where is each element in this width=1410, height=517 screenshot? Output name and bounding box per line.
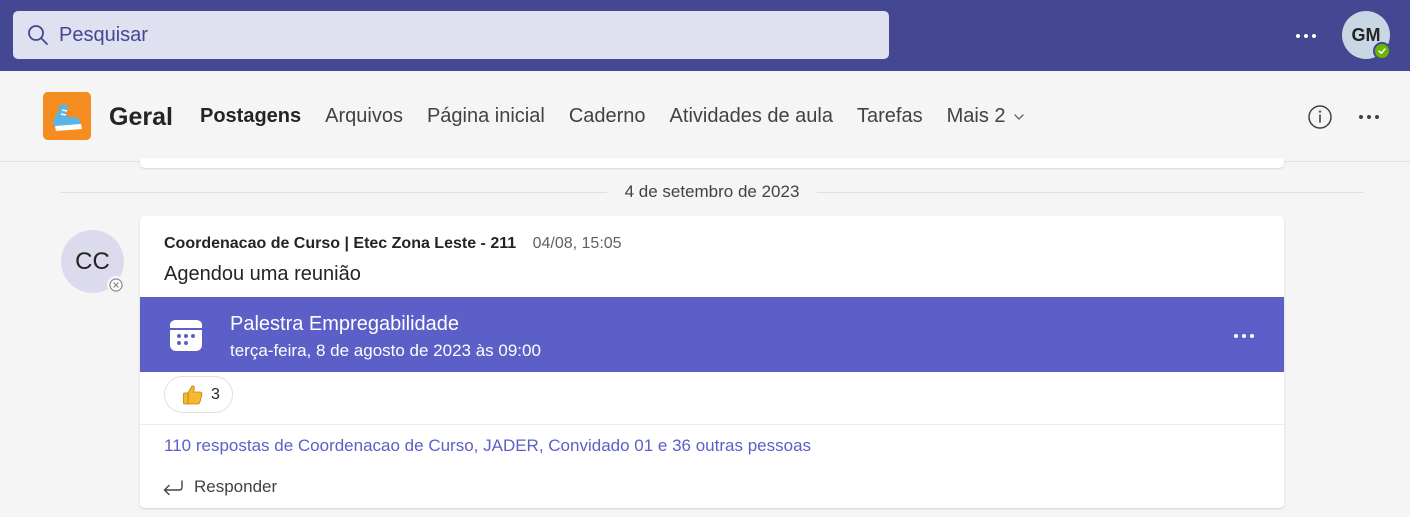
tab-label: Caderno [568, 105, 646, 127]
tab-pagina-inicial[interactable]: Página inicial [427, 71, 545, 162]
channel-more-options-button[interactable] [1356, 104, 1382, 130]
divider-line [60, 191, 607, 193]
search-box[interactable] [13, 11, 889, 59]
post-timestamp: 04/08, 15:05 [532, 235, 622, 252]
tab-label: Postagens [200, 105, 302, 127]
meeting-card[interactable]: Palestra Empregabilidade terça-feira, 8 … [140, 297, 1284, 372]
tab-label: Atividades de aula [669, 105, 833, 127]
top-bar: GM [0, 0, 1410, 71]
more-icon [1296, 34, 1316, 38]
reaction-like-button[interactable]: 3 [164, 376, 233, 413]
replies-summary-link[interactable]: 110 respostas de Coordenacao de Curso, J… [164, 436, 811, 456]
date-divider: 4 de setembro de 2023 [60, 180, 1365, 204]
search-input[interactable] [59, 23, 839, 47]
tab-label: Tarefas [857, 105, 923, 127]
divider-line [817, 191, 1365, 193]
tab-tarefas[interactable]: Tarefas [857, 71, 923, 162]
channel-info-button[interactable] [1307, 104, 1333, 130]
more-icon [1234, 334, 1254, 338]
reaction-count: 3 [211, 385, 220, 403]
meeting-title: Palestra Empregabilidade [230, 313, 460, 335]
tab-postagens[interactable]: Postagens [200, 71, 302, 162]
chevron-down-icon [1012, 110, 1026, 124]
channel-tabs: Postagens Arquivos Página inicial Cadern… [200, 71, 1050, 162]
tab-atividades-de-aula[interactable]: Atividades de aula [670, 71, 833, 162]
replies-divider [140, 424, 1284, 425]
post-message: Agendou uma reunião [164, 263, 361, 285]
tab-label: Mais 2 [946, 105, 1006, 127]
info-icon [1308, 105, 1332, 129]
meeting-datetime: terça-feira, 8 de agosto de 2023 às 09:0… [230, 341, 541, 360]
date-label: 4 de setembro de 2023 [624, 182, 800, 201]
search-icon [27, 24, 49, 46]
tab-more[interactable]: Mais 2 [947, 71, 1026, 162]
calendar-icon [170, 320, 202, 351]
tab-arquivos[interactable]: Arquivos [325, 71, 403, 162]
reply-button[interactable]: Responder [162, 475, 277, 499]
tab-label: Página inicial [426, 105, 545, 127]
presence-available-icon [1373, 42, 1391, 60]
more-options-button[interactable] [1292, 22, 1320, 50]
team-icon[interactable] [43, 92, 91, 140]
presence-offline-icon [107, 276, 125, 294]
previous-post-card [140, 158, 1284, 168]
reply-icon [162, 478, 184, 496]
channel-title: Geral [109, 103, 173, 131]
post-header: Coordenacao de Curso | Etec Zona Leste -… [164, 235, 622, 253]
post-author[interactable]: Coordenacao de Curso | Etec Zona Leste -… [164, 235, 516, 252]
thumbs-up-icon [181, 383, 205, 407]
post-card: Coordenacao de Curso | Etec Zona Leste -… [140, 216, 1284, 508]
meeting-more-options-button[interactable] [1230, 322, 1258, 350]
reply-label: Responder [194, 477, 278, 496]
channel-header: Geral Postagens Arquivos Página inicial … [0, 71, 1410, 162]
more-icon [1359, 115, 1379, 119]
tab-caderno[interactable]: Caderno [569, 71, 646, 162]
tab-label: Arquivos [325, 105, 403, 127]
